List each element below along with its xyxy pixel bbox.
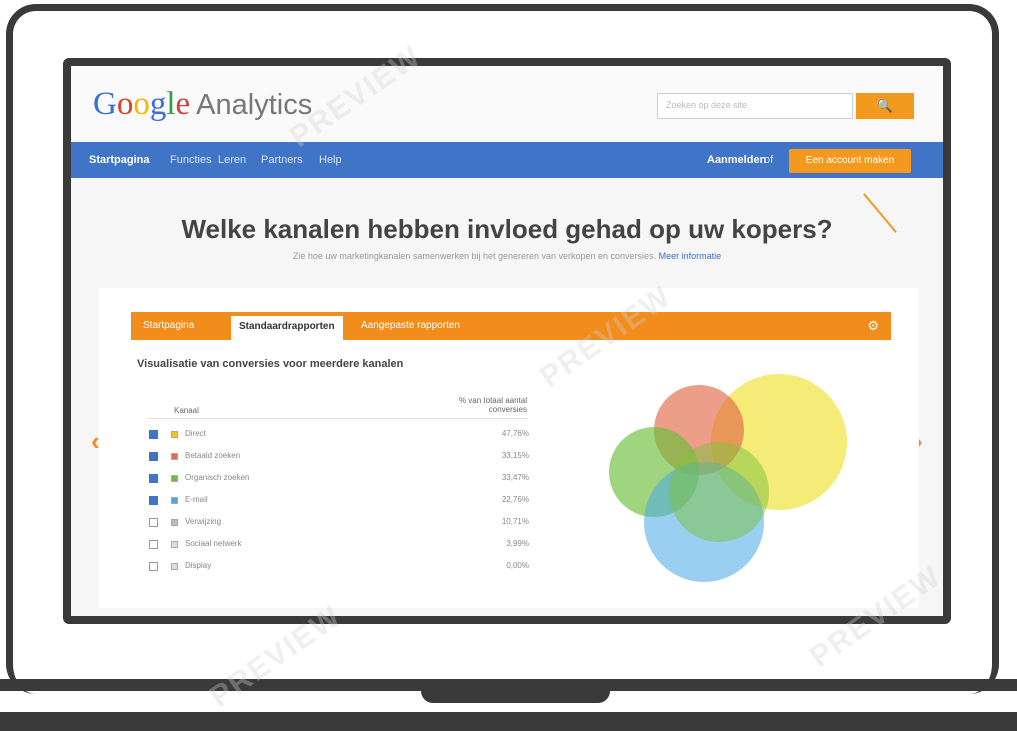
subtitle-text: Zie hoe uw marketingkanalen samenwerken … [292,251,657,261]
signin-separator: of [764,154,774,166]
channel-percentage: 47,76% [501,429,529,438]
page-title: Welke kanalen hebben invloed gehad op uw… [181,214,833,244]
channel-label: Betaald zoeken [185,451,241,460]
channel-label: Display [185,561,212,570]
row-checkbox[interactable] [149,452,158,461]
channel-label: Organisch zoeken [185,473,250,482]
visualization-title: Visualisatie van conversies voor meerder… [137,358,404,370]
laptop-screen: Google Analytics Zoeken op deze site 🔍 St… [63,58,951,624]
table-divider [147,418,527,419]
column-header-channel: Kanaal [174,406,199,415]
nav-functies[interactable]: Functies [170,154,212,166]
channel-label: Verwijzing [185,517,222,526]
more-info-link[interactable]: Meer informatie [659,251,722,261]
color-swatch [171,563,178,570]
nav-help[interactable]: Help [319,154,342,166]
report-tabbar: Startpagina Standaardrapporten Aangepast… [131,312,891,340]
gear-icon[interactable]: ⚙ [867,318,879,334]
table-row[interactable]: Direct 47,76% [149,428,529,446]
row-checkbox[interactable] [149,496,158,505]
report-card: Startpagina Standaardrapporten Aangepast… [99,288,919,608]
color-swatch [171,475,178,482]
table-row[interactable]: Verwijzing 10,71% [149,516,529,534]
color-swatch [171,541,178,548]
laptop-base-shadow [0,712,1017,731]
nav-leren[interactable]: Leren [218,154,246,166]
column-header-percentage: % van totaal aantal conversies [458,396,527,414]
channel-percentage: 0,00% [506,561,529,570]
row-checkbox[interactable] [149,474,158,483]
laptop-hinge [421,680,610,703]
channel-percentage: 33,15% [501,451,529,460]
venn-circle-overlap [669,442,769,542]
channel-percentage: 22,76% [501,495,529,504]
nav-startpagina[interactable]: Startpagina [89,154,150,166]
row-checkbox[interactable] [149,430,158,439]
channel-label: Direct [185,429,206,438]
search-button[interactable]: 🔍 [856,93,914,119]
channel-percentage: 10,71% [501,517,529,526]
page-subtitle: Zie hoe uw marketingkanalen samenwerken … [71,251,943,261]
color-swatch [171,519,178,526]
search-input[interactable]: Zoeken op deze site [657,93,853,119]
tab-startpagina[interactable]: Startpagina [143,320,194,331]
row-checkbox[interactable] [149,562,158,571]
ga-header: Google Analytics Zoeken op deze site 🔍 [71,66,943,142]
color-swatch [171,497,178,504]
main-navbar: Startpagina Functies Leren Partners Help… [71,142,943,178]
table-row[interactable]: Betaald zoeken 33,15% [149,450,529,468]
venn-diagram [609,374,847,582]
signin-link[interactable]: Aanmelden [707,154,766,166]
table-row[interactable]: Organisch zoeken 33,47% [149,472,529,490]
nav-partners[interactable]: Partners [261,154,303,166]
color-swatch [171,431,178,438]
row-checkbox[interactable] [149,518,158,527]
search-icon: 🔍 [876,98,894,113]
tab-aangepaste-rapporten[interactable]: Aangepaste rapporten [361,320,460,331]
table-row[interactable]: Display 0,00% [149,560,529,578]
channel-percentage: 3,99% [506,539,529,548]
google-analytics-logo[interactable]: Google Analytics [93,86,312,123]
tab-standaardrapporten[interactable]: Standaardrapporten [231,316,343,340]
table-row[interactable]: E-mail 22,76% [149,494,529,512]
color-swatch [171,453,178,460]
create-account-button[interactable]: Een account maken [789,149,911,173]
channel-label: E-mail [185,495,208,504]
row-checkbox[interactable] [149,540,158,549]
channel-percentage: 33,47% [501,473,529,482]
channel-label: Sociaal netwerk [185,539,242,548]
table-row[interactable]: Sociaal netwerk 3,99% [149,538,529,556]
